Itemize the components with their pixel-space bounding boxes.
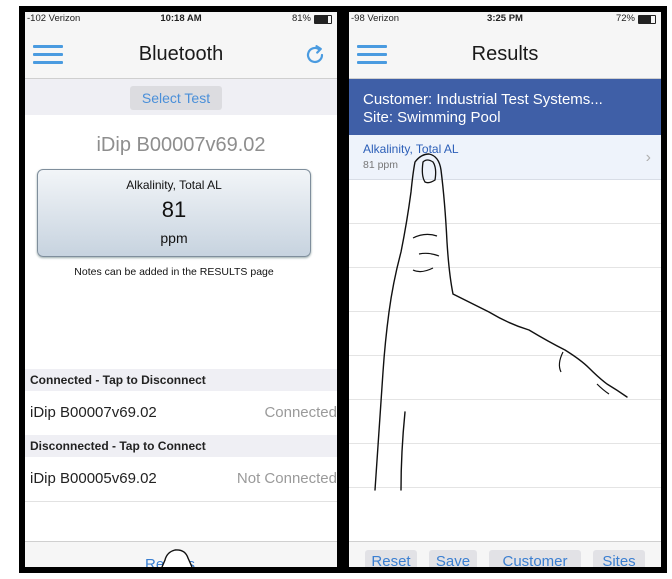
notes-hint: Notes can be added in the RESULTS page (74, 266, 274, 278)
device-name: iDip B00005v69.02 (30, 470, 157, 487)
customer-label: Customer: Industrial Test Systems... (363, 91, 603, 108)
bottom-toolbar: Results (25, 541, 337, 567)
disconnected-header-label: Disconnected - Tap to Connect (30, 439, 206, 453)
connected-device-row[interactable]: iDip B00007v69.02 Connected (25, 391, 337, 436)
list-divider (349, 443, 661, 444)
bottom-toolbar: Reset Save Customer Sites (349, 541, 661, 567)
result-unit: ppm (160, 230, 188, 246)
disconnected-section-header: Disconnected - Tap to Connect (25, 435, 337, 457)
page-title: Bluetooth (138, 43, 224, 65)
bluetooth-screen: -102 Verizon 10:18 AM 81% Bluetooth Sele… (25, 12, 337, 567)
status-bar: -98 Verizon 3:25 PM 72% (349, 12, 661, 26)
clock-label: 3:25 PM (487, 13, 523, 24)
sites-button[interactable]: Sites (593, 550, 645, 567)
select-test-bar: Select Test (25, 79, 337, 115)
left-phone: -102 Verizon 10:18 AM 81% Bluetooth Sele… (19, 6, 343, 573)
list-divider (349, 267, 661, 268)
nav-bar: Results (349, 26, 661, 79)
clock-label: 10:18 AM (160, 13, 202, 24)
battery-icon (314, 15, 332, 24)
device-state: Not Connected (236, 470, 337, 487)
battery-icon (638, 15, 656, 24)
select-test-button[interactable]: Select Test (130, 86, 222, 110)
results-button[interactable]: Results (145, 556, 195, 567)
device-name: iDip B00007v69.02 (30, 404, 157, 421)
disconnected-device-row[interactable]: iDip B00005v69.02 Not Connected (25, 457, 337, 502)
chevron-right-icon: › (645, 149, 651, 166)
battery-percent: 72% (615, 13, 635, 24)
customer-site-header[interactable]: Customer: Industrial Test Systems... Sit… (349, 79, 661, 135)
list-divider (349, 223, 661, 224)
right-phone: -98 Verizon 3:25 PM 72% Results Customer… (343, 6, 667, 573)
connected-section-header: Connected - Tap to Disconnect (25, 369, 337, 391)
results-screen: -98 Verizon 3:25 PM 72% Results Customer… (349, 12, 661, 567)
result-value: 81 (161, 197, 187, 222)
list-divider (349, 311, 661, 312)
refresh-icon[interactable] (303, 43, 327, 67)
result-parameter: Alkalinity, Total AL (363, 142, 459, 156)
page-title: Results (471, 43, 539, 65)
list-divider (349, 399, 661, 400)
device-title: iDip B00007v69.02 (96, 134, 266, 156)
battery-percent: 81% (291, 13, 311, 24)
customer-button[interactable]: Customer (489, 550, 581, 567)
list-divider (349, 487, 661, 488)
list-divider (349, 355, 661, 356)
save-button[interactable]: Save (429, 550, 477, 567)
site-label: Site: Swimming Pool (363, 109, 501, 126)
result-card[interactable]: Alkalinity, Total AL 81 ppm (37, 169, 311, 257)
device-state: Connected (264, 404, 337, 421)
status-bar: -102 Verizon 10:18 AM 81% (25, 12, 337, 26)
result-parameter: Alkalinity, Total AL (126, 178, 222, 192)
result-list-item[interactable]: Alkalinity, Total AL 81 ppm › (349, 135, 661, 180)
reset-button[interactable]: Reset (365, 550, 417, 567)
result-value: 81 ppm (363, 159, 399, 171)
connected-header-label: Connected - Tap to Disconnect (30, 373, 206, 387)
nav-bar: Bluetooth (25, 26, 337, 79)
